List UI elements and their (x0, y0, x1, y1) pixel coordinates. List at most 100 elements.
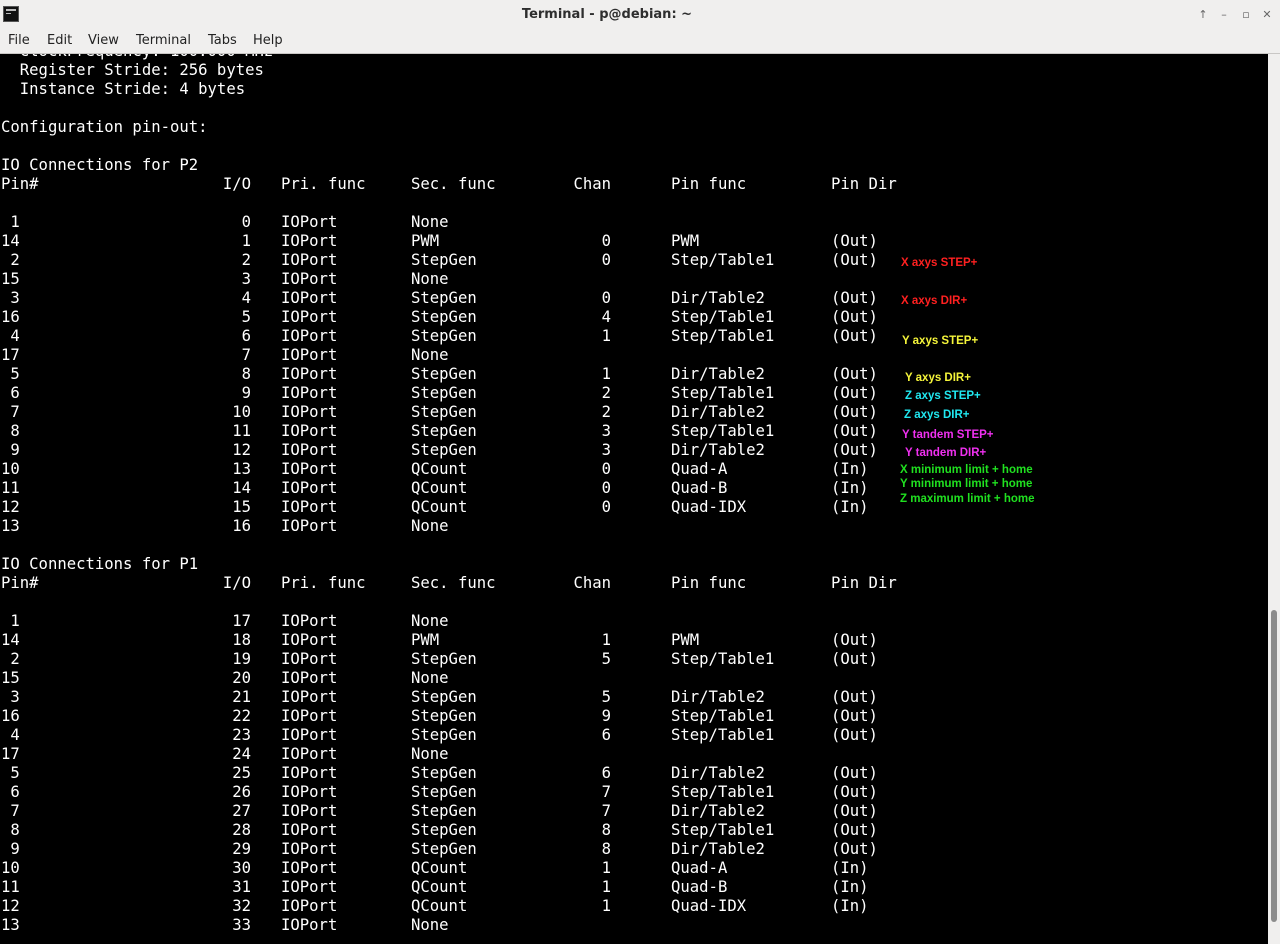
cell-col-3: None (411, 270, 449, 288)
cell-col-3: QCount (411, 498, 468, 516)
cell-col-3: StepGen (411, 403, 477, 421)
cell-col-1: 13 (232, 460, 251, 478)
pin-annotation: X axys DIR+ (901, 295, 968, 307)
cell-col-5: Quad-B (671, 479, 728, 497)
cell-col-0: 14 (1, 232, 20, 250)
cell-col-2: IOPort (281, 745, 338, 763)
cell-col-3: QCount (411, 859, 468, 877)
cell-col-5: Pin func (671, 574, 747, 592)
window-title: Terminal - p@debian: ~ (521, 7, 693, 22)
cell-col-3: StepGen (411, 707, 477, 725)
cell-col-3: PWM (411, 631, 440, 649)
pin-annotation: X axys STEP+ (901, 257, 978, 269)
terminal-output[interactable]: ClockFrequency: 100.000 MHz Register Str… (0, 54, 1268, 944)
cell-col-2: IOPort (281, 308, 338, 326)
cell-col-4: 3 (601, 422, 611, 440)
cell-col-0: 4 (1, 726, 20, 744)
menu-file[interactable]: File (8, 33, 30, 48)
cell-col-4: Chan (573, 574, 611, 592)
cell-col-6: (Out) (831, 384, 878, 402)
cell-col-1: 14 (232, 479, 251, 497)
cell-col-3: None (411, 916, 449, 934)
cell-col-5: Quad-A (671, 859, 728, 877)
cell-col-6: (In) (831, 897, 869, 915)
cell-col-6: (Out) (831, 707, 878, 725)
always-on-top-icon[interactable]: ↑ (1195, 7, 1211, 23)
cell-col-5: Pin func (671, 175, 747, 193)
cell-col-2: IOPort (281, 764, 338, 782)
cell-col-0: 13 (1, 916, 20, 934)
close-icon[interactable]: ✕ (1259, 7, 1275, 23)
terminal-scrollbar[interactable] (1268, 54, 1280, 944)
pin-annotation: X minimum limit + home (900, 464, 1033, 476)
cell-col-2: IOPort (281, 441, 338, 459)
cell-col-4: 0 (601, 232, 611, 250)
cell-col-1: I/O (222, 175, 251, 193)
cell-col-4: 9 (601, 707, 611, 725)
cell-col-1: 24 (232, 745, 251, 763)
pin-annotation: Y tandem STEP+ (902, 429, 994, 441)
cell-col-6: (Out) (831, 365, 878, 383)
cell-col-4: 1 (601, 859, 611, 877)
cell-col-1: 3 (241, 270, 251, 288)
cell-col-4: 1 (601, 365, 611, 383)
cell-col-0: 11 (1, 878, 20, 896)
cell-col-0: 5 (1, 764, 20, 782)
cell-col-0: 8 (1, 821, 20, 839)
cell-col-5: Step/Table1 (671, 308, 775, 326)
cell-col-6: (Out) (831, 840, 878, 858)
cell-col-6: Pin Dir (831, 175, 897, 193)
cell-col-0: 17 (1, 346, 20, 364)
cell-col-4: 3 (601, 441, 611, 459)
cell-col-1: 20 (232, 669, 251, 687)
cell-col-1: 23 (232, 726, 251, 744)
cell-col-0: 16 (1, 707, 20, 725)
cell-col-3: StepGen (411, 821, 477, 839)
cell-col-1: 33 (232, 916, 251, 934)
cell-col-4: 5 (601, 650, 611, 668)
menu-edit[interactable]: Edit (47, 33, 72, 48)
cell-col-3: None (411, 346, 449, 364)
cell-col-1: 12 (232, 441, 251, 459)
maximize-icon[interactable]: ▫ (1238, 7, 1254, 23)
cell-col-3: QCount (411, 460, 468, 478)
cell-col-1: 17 (232, 612, 251, 630)
cell-col-0: 16 (1, 308, 20, 326)
menu-terminal[interactable]: Terminal (136, 33, 191, 48)
cell-col-4: 6 (601, 764, 611, 782)
cell-col-5: Step/Table1 (671, 726, 775, 744)
cell-col-4: 8 (601, 821, 611, 839)
cell-col-1: 15 (232, 498, 251, 516)
menu-view[interactable]: View (88, 33, 119, 48)
cell-col-0: 1 (1, 213, 20, 231)
cell-col-0: 2 (1, 650, 20, 668)
pin-annotation: Y minimum limit + home (900, 478, 1033, 490)
cell-col-0: 11 (1, 479, 20, 497)
menu-tabs[interactable]: Tabs (208, 33, 237, 48)
cell-col-4: 0 (601, 479, 611, 497)
cell-col-6: (Out) (831, 422, 878, 440)
cell-col-1: 32 (232, 897, 251, 915)
scrollbar-thumb[interactable] (1271, 610, 1277, 922)
cell-col-1: 1 (241, 232, 251, 250)
cell-col-1: 4 (241, 289, 251, 307)
cell-col-0: 3 (1, 688, 20, 706)
cell-col-6: (In) (831, 859, 869, 877)
pin-annotation: Z axys DIR+ (904, 409, 970, 421)
minimize-icon[interactable]: – (1216, 7, 1232, 23)
cell-col-3: None (411, 745, 449, 763)
cell-col-3: StepGen (411, 764, 477, 782)
cell-col-1: 16 (232, 517, 251, 535)
cell-col-0: Pin# (1, 175, 39, 193)
cell-col-0: 15 (1, 669, 20, 687)
cell-col-2: IOPort (281, 726, 338, 744)
cell-col-5: Step/Table1 (671, 327, 775, 345)
cell-col-3: StepGen (411, 726, 477, 744)
cell-col-4: 0 (601, 498, 611, 516)
cell-col-1: 18 (232, 631, 251, 649)
cell-col-5: Dir/Table2 (671, 403, 765, 421)
cell-col-5: Dir/Table2 (671, 764, 765, 782)
cell-col-3: None (411, 669, 449, 687)
cell-col-1: 9 (241, 384, 251, 402)
menu-help[interactable]: Help (253, 33, 283, 48)
